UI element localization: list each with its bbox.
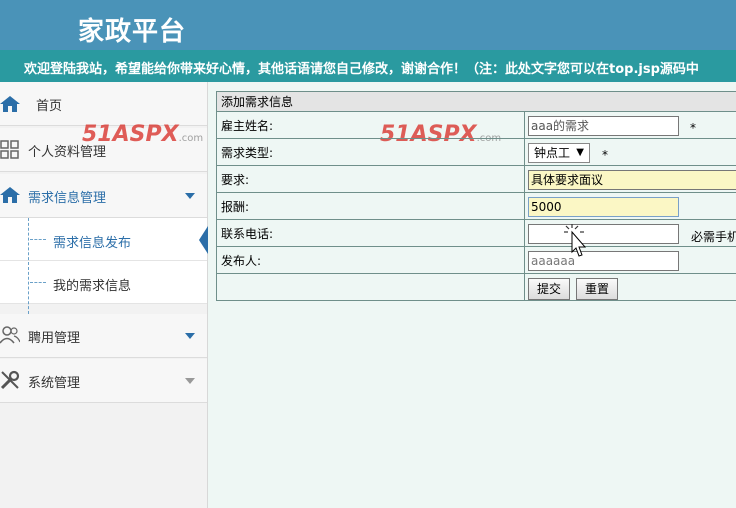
home-icon (0, 96, 20, 112)
submit-button[interactable]: 提交 (528, 278, 570, 300)
welcome-marquee: 欢迎登陆我站，希望能给你带来好心情，其他话语请您自己修改，谢谢合作！（注：此处文… (0, 50, 736, 82)
sidebar-subitem-label: 我的需求信息 (53, 279, 132, 294)
tree-branch (30, 239, 46, 240)
users-icon (0, 326, 20, 344)
form-heading: 添加需求信息 (216, 91, 736, 112)
sidebar-item-label: 需求信息管理 (28, 191, 107, 206)
sidebar-item-label: 系统管理 (28, 376, 81, 391)
required-mark: * (602, 148, 608, 162)
employer-input[interactable]: aaa的需求 (528, 116, 679, 136)
watermark-logo: 51ASPX.com (82, 122, 204, 147)
chevron-down-icon (185, 333, 195, 339)
publisher-label: 发布人: (216, 246, 525, 274)
pay-label: 报酬: (216, 192, 525, 220)
cursor-click-icon (564, 224, 587, 257)
wrench-icon (0, 370, 20, 390)
required-mark: * (690, 121, 696, 135)
sidebar-item-label: 首页 (36, 99, 63, 114)
sidebar-item-home[interactable]: 首页 (0, 82, 207, 126)
dropdown-arrow-icon: ▼ (576, 147, 584, 158)
phone-label: 联系电话: (216, 219, 525, 247)
home-icon (0, 187, 20, 203)
tree-branch (30, 282, 46, 283)
sidebar-item-hire[interactable]: 聘用管理 (0, 314, 207, 358)
chevron-down-icon (185, 378, 195, 384)
sidebar-item-demand[interactable]: 需求信息管理 (0, 174, 207, 218)
requirement-input[interactable]: 具体要求面议 (528, 170, 736, 190)
phone-input[interactable] (528, 224, 679, 244)
sidebar-item-label: 聘用管理 (28, 331, 81, 346)
top-header: 家政平台 (0, 0, 736, 50)
phone-hint: 必需手机 (691, 230, 736, 244)
active-indicator-arrow (199, 226, 208, 254)
reset-button[interactable]: 重置 (576, 278, 618, 300)
requirement-label: 要求: (216, 165, 525, 193)
grid-icon (0, 140, 19, 159)
site-title: 家政平台 (78, 17, 187, 47)
type-select[interactable]: 钟点工 ▼ (528, 143, 590, 163)
employer-label: 雇主姓名: (216, 111, 525, 139)
publisher-input[interactable]: aaaaaa (528, 251, 679, 271)
chevron-down-icon (185, 193, 195, 199)
type-label: 需求类型: (216, 138, 525, 166)
marquee-text: 欢迎登陆我站，希望能给你带来好心情，其他话语请您自己修改，谢谢合作！（注：此处文… (24, 62, 699, 77)
pay-input[interactable]: 5000 (528, 197, 679, 217)
sidebar-item-system[interactable]: 系统管理 (0, 359, 207, 403)
sidebar-subitem-label: 需求信息发布 (53, 236, 132, 251)
type-select-value: 钟点工 (534, 146, 571, 160)
tree-line (28, 218, 29, 314)
